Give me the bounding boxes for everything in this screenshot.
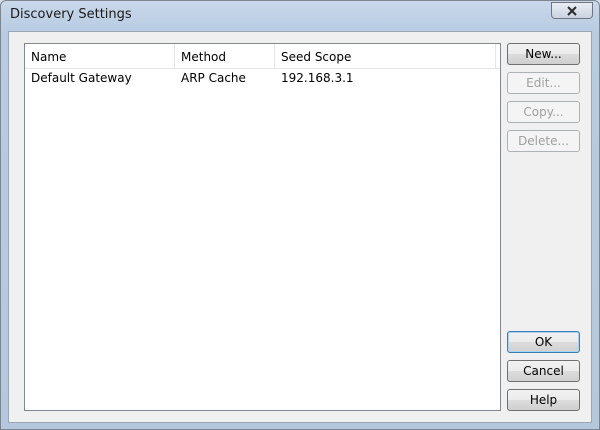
list-row[interactable]: Default Gateway ARP Cache 192.168.3.1 [25,69,500,88]
copy-button[interactable]: Copy... [507,101,580,123]
ok-button[interactable]: OK [507,331,580,353]
cell-name: Default Gateway [31,71,132,85]
cell-seed-scope: 192.168.3.1 [281,71,354,85]
title-bar[interactable]: Discovery Settings [1,1,599,31]
edit-button[interactable]: Edit... [507,72,580,94]
new-button[interactable]: New... [507,43,580,65]
close-button[interactable] [551,2,593,19]
column-header-seed-scope[interactable]: Seed Scope [275,44,496,68]
delete-button[interactable]: Delete... [507,130,580,152]
column-header-name[interactable]: Name [25,44,175,68]
dialog-window: Discovery Settings Name Method Seed Scop… [0,0,600,430]
cancel-button[interactable]: Cancel [507,360,580,382]
close-icon [567,5,577,16]
dialog-client-area: Name Method Seed Scope Default Gateway A… [8,31,592,423]
help-button[interactable]: Help [507,389,580,411]
discovery-list[interactable]: Name Method Seed Scope Default Gateway A… [24,43,501,411]
column-header-method[interactable]: Method [175,44,275,68]
list-header: Name Method Seed Scope [25,44,500,69]
cell-method: ARP Cache [181,71,246,85]
window-title: Discovery Settings [10,7,132,22]
